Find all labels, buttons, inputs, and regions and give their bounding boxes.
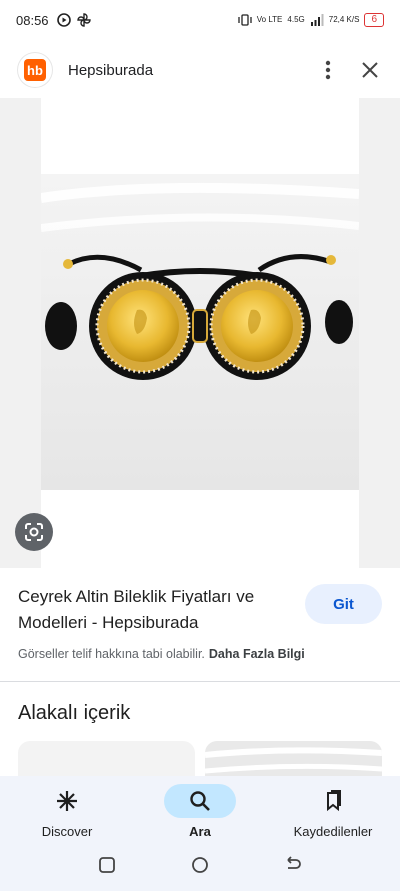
nav-discover[interactable]: Discover (7, 776, 127, 839)
battery-indicator: 6 (364, 13, 384, 27)
more-vert-icon (325, 60, 331, 80)
system-navigation (0, 852, 400, 878)
visit-button[interactable]: Git (305, 584, 382, 624)
close-button[interactable] (358, 58, 382, 82)
bracelet-image (40, 174, 360, 490)
image-preview[interactable] (0, 98, 400, 568)
status-bar: 08:56 Vo LTE 4.5G 72,4 K/S 6 (0, 0, 400, 40)
divider (0, 681, 400, 682)
copyright-notice: Görseller telif hakkına tabi olabilir. Da… (18, 647, 305, 661)
google-lens-button[interactable] (15, 513, 53, 551)
more-options-button[interactable] (316, 58, 340, 82)
site-name[interactable]: Hepsiburada (68, 62, 153, 79)
bookmarks-icon (327, 790, 341, 812)
related-content-heading: Alakalı içerik (18, 702, 131, 724)
status-time: 08:56 (16, 12, 49, 28)
pinwheel-icon (76, 13, 91, 27)
result-title[interactable]: Ceyrek Altin Bileklik Fiyatları ve Model… (18, 584, 288, 636)
signal-bars-icon (310, 14, 324, 26)
network-type: Vo LTE (256, 15, 283, 24)
source-header: hb Hepsiburada (0, 44, 400, 96)
nav-search[interactable]: Ara (140, 776, 260, 839)
asterisk-icon (57, 791, 77, 811)
net-speed: 72,4 K/S (328, 15, 360, 24)
search-icon (190, 791, 210, 811)
lens-icon (25, 523, 43, 541)
back-icon[interactable] (284, 856, 302, 874)
close-icon (362, 62, 378, 78)
screen-record-icon (56, 13, 71, 27)
more-info-link[interactable]: Daha Fazla Bilgi (209, 647, 305, 661)
vibrate-icon (238, 14, 252, 26)
recent-apps-icon[interactable] (98, 856, 116, 874)
home-icon[interactable] (191, 856, 209, 874)
product-photo (40, 98, 360, 568)
signal-type: 4.5G (287, 15, 305, 24)
site-logo[interactable]: hb (18, 53, 52, 87)
nav-saved[interactable]: Kaydedilenler (273, 776, 393, 839)
